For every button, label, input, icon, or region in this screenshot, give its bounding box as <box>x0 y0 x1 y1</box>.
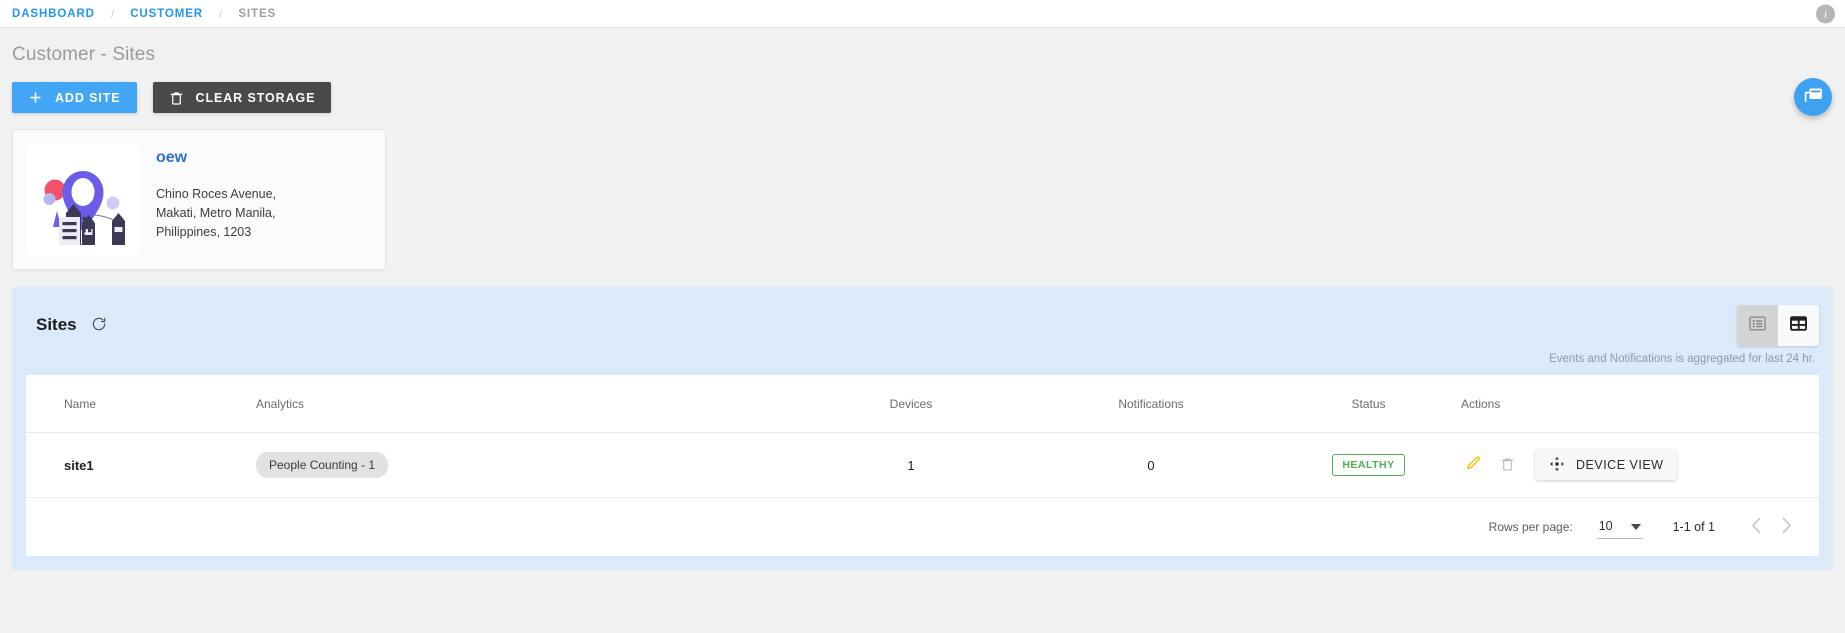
cell-status: HEALTHY <box>1276 433 1461 498</box>
site-address-line: Philippines, 1203 <box>156 223 276 242</box>
site-address-line: Chino Roces Avenue, <box>156 185 276 204</box>
sites-panel-title: Sites <box>36 315 77 335</box>
rows-per-page-label: Rows per page: <box>1489 520 1573 534</box>
add-site-button[interactable]: ADD SITE <box>12 82 137 113</box>
device-view-label: DEVICE VIEW <box>1576 458 1663 472</box>
row-actions: DEVICE VIEW <box>1461 450 1819 480</box>
info-icon[interactable]: i <box>1816 4 1835 23</box>
view-toggle-group <box>1737 305 1819 346</box>
page-title: Customer - Sites <box>12 28 1833 66</box>
breadcrumb-item-customer[interactable]: CUSTOMER <box>130 8 203 20</box>
sites-table-card: Name Analytics Devices Notifications Sta… <box>26 375 1819 556</box>
refresh-button[interactable] <box>89 314 109 337</box>
trash-icon <box>1500 456 1515 475</box>
breadcrumb-bar: DASHBOARD / CUSTOMER / SITES i <box>0 0 1845 28</box>
column-header-actions: Actions <box>1461 375 1819 433</box>
sites-panel-header: Sites <box>26 303 1819 347</box>
grid-view-button[interactable] <box>1778 305 1819 346</box>
cell-actions: DEVICE VIEW <box>1461 433 1819 498</box>
cell-devices: 1 <box>796 433 1026 498</box>
clear-storage-label: CLEAR STORAGE <box>196 91 316 105</box>
site-name-link[interactable]: oew <box>156 149 276 167</box>
cards-stack-icon <box>1803 85 1824 109</box>
add-site-label: ADD SITE <box>55 91 121 105</box>
aggregation-note: Events and Notifications is aggregated f… <box>26 353 1819 365</box>
cell-notifications: 0 <box>1026 433 1276 498</box>
column-header-status: Status <box>1276 375 1461 433</box>
status-badge: HEALTHY <box>1332 454 1404 476</box>
table-header-row: Name Analytics Devices Notifications Sta… <box>26 375 1819 433</box>
breadcrumb-item-sites: SITES <box>238 8 276 20</box>
page-actions-toolbar: ADD SITE CLEAR STORAGE <box>12 82 1833 113</box>
move-arrows-icon <box>1549 456 1565 475</box>
column-header-name: Name <box>26 375 256 433</box>
breadcrumb-separator: / <box>111 7 114 21</box>
site-thumbnail <box>26 143 139 256</box>
table-header: Name Analytics Devices Notifications Sta… <box>26 375 1819 433</box>
cards-view-fab-button[interactable] <box>1794 78 1832 116</box>
list-view-icon <box>1748 314 1767 336</box>
cell-site-name: site1 <box>26 433 256 498</box>
plus-icon <box>28 90 43 105</box>
site-details: oew Chino Roces Avenue, Makati, Metro Ma… <box>156 143 276 256</box>
column-header-devices: Devices <box>796 375 1026 433</box>
sites-table: Name Analytics Devices Notifications Sta… <box>26 375 1819 498</box>
page-content: Customer - Sites ADD SITE CLEAR STORAGE <box>0 28 1845 632</box>
column-header-analytics: Analytics <box>256 375 796 433</box>
caret-down-icon <box>1631 519 1641 533</box>
sites-panel: Sites <box>12 287 1833 570</box>
site-address: Chino Roces Avenue, Makati, Metro Manila… <box>156 185 276 242</box>
city-map-pin-illustration <box>26 147 139 256</box>
next-page-button[interactable] <box>1771 512 1801 542</box>
refresh-icon <box>91 316 107 335</box>
device-view-button[interactable]: DEVICE VIEW <box>1535 450 1677 480</box>
trash-icon <box>169 90 184 106</box>
column-header-notifications: Notifications <box>1026 375 1276 433</box>
rows-per-page-select[interactable]: 10 <box>1597 516 1643 539</box>
breadcrumb-item-dashboard[interactable]: DASHBOARD <box>12 8 95 20</box>
chevron-left-icon <box>1751 517 1762 537</box>
previous-page-button[interactable] <box>1741 512 1771 542</box>
pencil-icon <box>1465 455 1482 475</box>
pagination-range-label: 1-1 of 1 <box>1673 520 1715 534</box>
edit-site-button[interactable] <box>1461 451 1486 479</box>
grid-view-icon <box>1789 314 1808 336</box>
list-view-button[interactable] <box>1737 305 1778 346</box>
cell-analytics: People Counting - 1 <box>256 433 796 498</box>
site-summary-card[interactable]: oew Chino Roces Avenue, Makati, Metro Ma… <box>12 129 386 270</box>
chevron-right-icon <box>1781 517 1792 537</box>
analytics-chip[interactable]: People Counting - 1 <box>256 452 388 478</box>
table-body: site1 People Counting - 1 1 0 HEALTHY <box>26 433 1819 498</box>
site-address-line: Makati, Metro Manila, <box>156 204 276 223</box>
table-row[interactable]: site1 People Counting - 1 1 0 HEALTHY <box>26 433 1819 498</box>
rows-per-page-value: 10 <box>1599 519 1613 533</box>
clear-storage-button[interactable]: CLEAR STORAGE <box>153 82 332 113</box>
breadcrumb-separator: / <box>219 7 222 21</box>
delete-site-button[interactable] <box>1496 452 1519 479</box>
sites-panel-title-group: Sites <box>26 314 109 337</box>
table-paginator: Rows per page: 10 1-1 of 1 <box>26 498 1819 556</box>
